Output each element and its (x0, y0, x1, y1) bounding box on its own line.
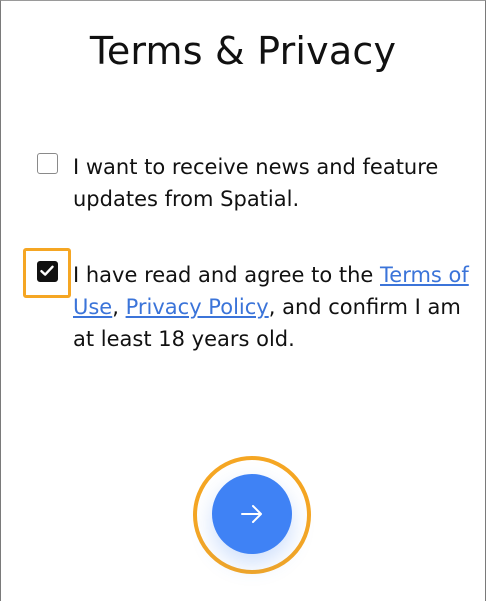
dialog-frame: Terms & Privacy I want to receive news a… (0, 0, 486, 601)
privacy-policy-link[interactable]: Privacy Policy (126, 295, 269, 319)
page-title: Terms & Privacy (89, 29, 397, 73)
arrow-right-icon (241, 505, 262, 523)
news-checkbox[interactable] (37, 153, 58, 174)
terms-option-label: I have read and agree to the Terms of Us… (73, 259, 473, 355)
checkmark-icon (40, 265, 54, 276)
terms-prefix-text: I have read and agree to the (73, 263, 381, 287)
news-option-label: I want to receive news and feature updat… (73, 155, 439, 211)
next-button[interactable] (212, 474, 292, 554)
terms-checkbox[interactable] (37, 261, 58, 282)
terms-separator-text: , (112, 295, 126, 319)
